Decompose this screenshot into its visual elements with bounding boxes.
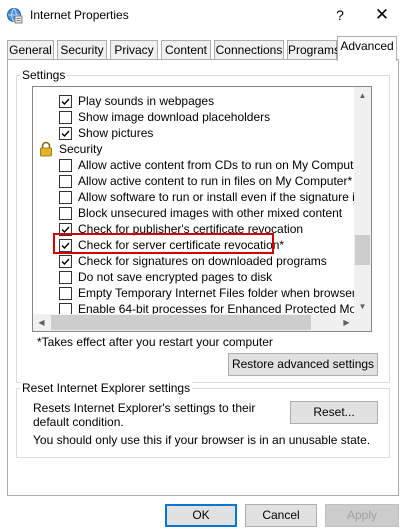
tab-general[interactable]: General (7, 40, 54, 60)
list-item[interactable]: Show pictures (33, 125, 355, 141)
reset-description: Resets Internet Explorer's settings to t… (33, 401, 256, 429)
settings-group-label: Settings (20, 68, 68, 82)
list-item[interactable]: Enable 64-bit processes for Enhanced Pro… (33, 301, 355, 315)
list-item[interactable]: Empty Temporary Internet Files folder wh… (33, 285, 355, 301)
scroll-corner (354, 314, 371, 331)
window-title: Internet Properties (30, 8, 129, 22)
tab-programs[interactable]: Programs (287, 40, 340, 60)
checkbox[interactable] (59, 191, 72, 204)
option-label: Allow active content to run in files on … (78, 174, 353, 188)
option-label: Show image download placeholders (78, 110, 271, 124)
internet-options-icon (6, 7, 23, 24)
scroll-down-icon[interactable]: ▼ (354, 298, 371, 315)
tab-privacy[interactable]: Privacy (110, 40, 158, 60)
checkbox[interactable] (59, 271, 72, 284)
tab-security[interactable]: Security (57, 40, 107, 60)
option-label: Check for signatures on downloaded progr… (78, 254, 327, 268)
checkbox[interactable] (59, 207, 72, 220)
scroll-up-icon[interactable]: ▲ (354, 87, 371, 104)
option-label: Enable 64-bit processes for Enhanced Pro… (78, 302, 355, 315)
cancel-button[interactable]: Cancel (245, 504, 317, 527)
list-item[interactable]: Play sounds in webpages (33, 93, 355, 109)
reset-button[interactable]: Reset... (290, 401, 378, 424)
reset-warning: You should only use this if your browser… (33, 433, 371, 447)
checkbox[interactable] (59, 127, 72, 140)
list-item[interactable]: Allow active content from CDs to run on … (33, 157, 355, 173)
apply-button[interactable]: Apply (325, 504, 399, 527)
option-label: Do not save encrypted pages to disk (78, 270, 273, 284)
category-label: Security (59, 142, 103, 156)
option-label: Allow active content from CDs to run on … (78, 158, 355, 172)
list-item[interactable]: Check for signatures on downloaded progr… (33, 253, 355, 269)
tab-strip: General Security Privacy Content Connect… (7, 36, 399, 61)
vertical-scrollbar[interactable]: ▲ ▼ (354, 87, 371, 315)
settings-list: Play sounds in webpages Show image downl… (33, 87, 355, 315)
restart-footnote: *Takes effect after you restart your com… (37, 335, 273, 349)
scroll-right-icon[interactable]: ▶ (338, 314, 355, 331)
option-label: Show pictures (78, 126, 154, 140)
checkbox[interactable] (59, 255, 72, 268)
checkbox[interactable] (59, 287, 72, 300)
ok-button[interactable]: OK (165, 504, 237, 527)
highlight-box (53, 233, 274, 254)
scroll-left-icon[interactable]: ◀ (33, 314, 50, 331)
lock-icon (39, 141, 53, 157)
list-item[interactable]: Allow active content to run in files on … (33, 173, 355, 189)
settings-listbox[interactable]: Play sounds in webpages Show image downl… (32, 86, 372, 332)
checkbox[interactable] (59, 159, 72, 172)
tab-advanced[interactable]: Advanced (337, 36, 397, 61)
list-item[interactable]: Block unsecured images with other mixed … (33, 205, 355, 221)
help-button[interactable]: ? (330, 3, 350, 27)
close-button[interactable]: ✕ (370, 3, 394, 27)
vertical-scroll-thumb[interactable] (355, 235, 370, 265)
list-item[interactable]: Do not save encrypted pages to disk (33, 269, 355, 285)
tab-connections[interactable]: Connections (214, 40, 284, 60)
horizontal-scroll-thumb[interactable] (51, 315, 311, 330)
option-label: Play sounds in webpages (78, 94, 215, 108)
tab-content[interactable]: Content (161, 40, 211, 60)
checkbox[interactable] (59, 95, 72, 108)
option-label: Empty Temporary Internet Files folder wh… (78, 286, 355, 300)
option-label: Block unsecured images with other mixed … (78, 206, 343, 220)
category-row: Security (33, 141, 355, 157)
list-item[interactable]: Show image download placeholders (33, 109, 355, 125)
checkbox[interactable] (59, 111, 72, 124)
reset-group-label: Reset Internet Explorer settings (20, 381, 193, 395)
restore-advanced-settings-button[interactable]: Restore advanced settings (228, 353, 378, 376)
option-label: Allow software to run or install even if… (78, 190, 355, 204)
horizontal-scrollbar[interactable]: ◀ ▶ (33, 314, 355, 331)
list-item[interactable]: Allow software to run or install even if… (33, 189, 355, 205)
checkbox[interactable] (59, 175, 72, 188)
title-bar: Internet Properties ? ✕ (0, 0, 406, 32)
